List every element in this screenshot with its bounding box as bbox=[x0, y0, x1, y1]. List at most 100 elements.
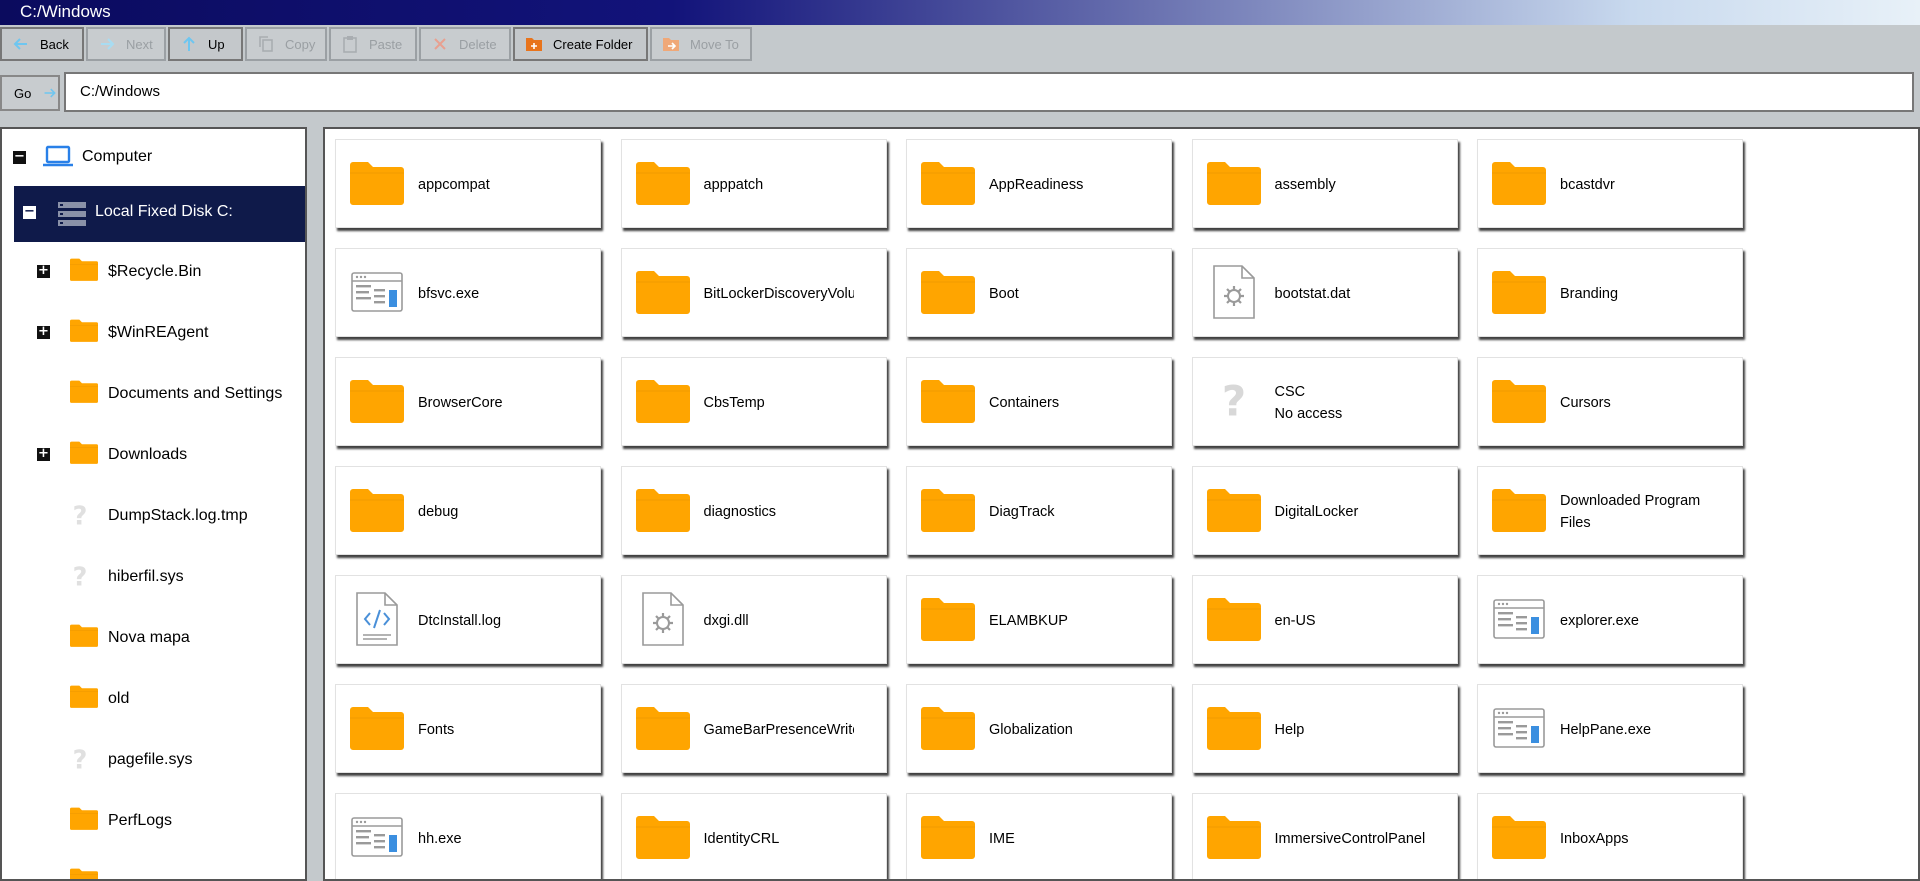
tree-node-computer[interactable]: − Computer bbox=[2, 129, 305, 185]
file-tile-text: diagnostics bbox=[704, 467, 854, 556]
file-grid: appcompat apppatch AppReadiness assembly bca… bbox=[323, 127, 1920, 881]
delete-button[interactable]: Delete bbox=[419, 27, 511, 61]
file-tile[interactable]: bfsvc.exe bbox=[335, 248, 601, 337]
file-tile[interactable]: explorer.exe bbox=[1477, 575, 1743, 664]
tree-node[interactable]: ? hiberfil.sys bbox=[2, 549, 305, 605]
file-tile[interactable]: Boot bbox=[906, 248, 1172, 337]
file-tile[interactable]: BrowserCore bbox=[335, 357, 601, 446]
folder-icon bbox=[70, 319, 102, 347]
file-tile[interactable]: hh.exe bbox=[335, 793, 601, 879]
file-tile[interactable]: GameBarPresenceWrite bbox=[620, 684, 887, 773]
code-file-icon bbox=[350, 592, 404, 646]
paste-button-label: Paste bbox=[369, 36, 403, 52]
create-folder-button[interactable]: Create Folder bbox=[513, 27, 648, 61]
tree-node[interactable]: ? DumpStack.log.tmp bbox=[2, 488, 305, 544]
next-button[interactable]: Next bbox=[86, 27, 166, 61]
file-tile[interactable]: DigitalLocker bbox=[1191, 466, 1458, 555]
file-tile[interactable]: en-US bbox=[1191, 575, 1458, 664]
copy-button[interactable]: Copy bbox=[245, 27, 327, 61]
file-tile-text: dxgi.dll bbox=[704, 576, 854, 665]
move-to-button[interactable]: Move To bbox=[650, 27, 752, 61]
file-tile[interactable]: ELAMBKUP bbox=[906, 575, 1172, 664]
file-tile[interactable]: AppReadiness bbox=[906, 139, 1172, 228]
file-tile[interactable]: Fonts bbox=[335, 684, 601, 773]
tree-node[interactable]: + Downloads bbox=[2, 427, 305, 483]
file-tile[interactable]: appcompat bbox=[335, 139, 601, 228]
file-name: BrowserCore bbox=[418, 394, 503, 411]
arrow-left-icon bbox=[13, 38, 27, 50]
file-tile[interactable]: IdentityCRL bbox=[620, 793, 887, 879]
folder-icon bbox=[921, 592, 975, 646]
tree-node[interactable]: + $WinREAgent bbox=[2, 305, 305, 361]
toolbar: Back Next Up Copy Paste Delete Create Fo… bbox=[0, 27, 1920, 61]
expand-toggle[interactable]: + bbox=[37, 447, 50, 461]
file-tile[interactable]: ? CSC No access bbox=[1191, 357, 1458, 446]
file-tile[interactable]: CbsTemp bbox=[620, 357, 887, 446]
folder-icon bbox=[635, 701, 690, 755]
arrow-right-icon bbox=[44, 88, 57, 98]
folder-icon bbox=[921, 265, 975, 319]
folder-icon bbox=[635, 810, 690, 864]
tree-node[interactable]: + $Recycle.Bin bbox=[2, 244, 305, 300]
folder-icon bbox=[635, 483, 690, 537]
tree-node[interactable]: Documents and Settings bbox=[2, 366, 305, 422]
address-path: C:/Windows bbox=[80, 83, 161, 100]
arrow-up-icon bbox=[183, 36, 195, 51]
up-button[interactable]: Up bbox=[168, 27, 243, 61]
file-tile-text: debug bbox=[418, 467, 568, 556]
file-tile[interactable]: Help bbox=[1191, 684, 1458, 773]
folder-icon bbox=[350, 483, 404, 537]
file-tile[interactable]: assembly bbox=[1191, 139, 1458, 228]
file-tile[interactable]: Downloaded Program Files bbox=[1477, 466, 1743, 555]
file-tile[interactable]: Containers bbox=[906, 357, 1172, 446]
folder-icon bbox=[70, 868, 102, 879]
tree-node[interactable]: Nova mapa bbox=[2, 610, 305, 666]
file-tile[interactable]: apppatch bbox=[620, 139, 887, 228]
tree-node[interactable] bbox=[2, 854, 305, 879]
folder-icon bbox=[1206, 810, 1261, 864]
file-tile[interactable]: IME bbox=[906, 793, 1172, 879]
go-button[interactable]: Go bbox=[0, 75, 60, 111]
folder-tree[interactable]: − Computer − Local Fixed Disk C: + $Recyc… bbox=[0, 127, 307, 881]
file-name: Fonts bbox=[418, 721, 455, 738]
file-tile-text: HelpPane.exe bbox=[1560, 685, 1710, 774]
file-tile[interactable]: Globalization bbox=[906, 684, 1172, 773]
file-tile[interactable]: HelpPane.exe bbox=[1477, 684, 1743, 773]
file-tile[interactable]: InboxApps bbox=[1477, 793, 1743, 879]
collapse-toggle[interactable]: − bbox=[23, 205, 36, 219]
file-tile[interactable]: bootstat.dat bbox=[1191, 248, 1458, 337]
file-tile[interactable]: DiagTrack bbox=[906, 466, 1172, 555]
file-name: Globalization bbox=[989, 721, 1073, 738]
tree-node[interactable]: PerfLogs bbox=[2, 793, 305, 849]
expand-toggle[interactable]: + bbox=[37, 325, 50, 339]
address-input[interactable]: C:/Windows bbox=[64, 72, 1914, 112]
move-to-button-label: Move To bbox=[690, 36, 739, 52]
folder-icon bbox=[1492, 374, 1546, 428]
tree-node[interactable]: old bbox=[2, 671, 305, 727]
file-name: Cursors bbox=[1560, 394, 1611, 411]
arrow-right-icon bbox=[101, 38, 115, 50]
file-tile[interactable]: Branding bbox=[1477, 248, 1743, 337]
file-tile[interactable]: Cursors bbox=[1477, 357, 1743, 446]
file-tile[interactable]: dxgi.dll bbox=[620, 575, 887, 665]
file-tile[interactable]: BitLockerDiscoveryVolu bbox=[620, 248, 887, 337]
file-tile[interactable]: ImmersiveControlPanel bbox=[1191, 793, 1458, 879]
file-tile[interactable]: diagnostics bbox=[620, 466, 887, 556]
expand-toggle[interactable]: + bbox=[37, 264, 50, 278]
paste-button[interactable]: Paste bbox=[329, 27, 417, 61]
folder-icon bbox=[921, 483, 975, 537]
file-tile[interactable]: debug bbox=[335, 466, 601, 555]
tree-node[interactable]: ? pagefile.sys bbox=[2, 732, 305, 788]
tree-node-local-disk-c[interactable]: − Local Fixed Disk C: bbox=[14, 186, 305, 242]
file-tile-text: Globalization bbox=[989, 685, 1139, 774]
folder-icon bbox=[1206, 592, 1261, 646]
file-tile-text: InboxApps bbox=[1560, 794, 1710, 879]
folder-icon bbox=[350, 701, 404, 755]
folder-icon bbox=[70, 624, 102, 652]
go-button-label: Go bbox=[14, 85, 32, 101]
back-button[interactable]: Back bbox=[0, 27, 84, 61]
file-tile[interactable]: bcastdvr bbox=[1477, 139, 1743, 228]
file-tile[interactable]: DtcInstall.log bbox=[335, 575, 601, 664]
folder-icon bbox=[350, 156, 404, 210]
collapse-toggle[interactable]: − bbox=[13, 150, 26, 164]
